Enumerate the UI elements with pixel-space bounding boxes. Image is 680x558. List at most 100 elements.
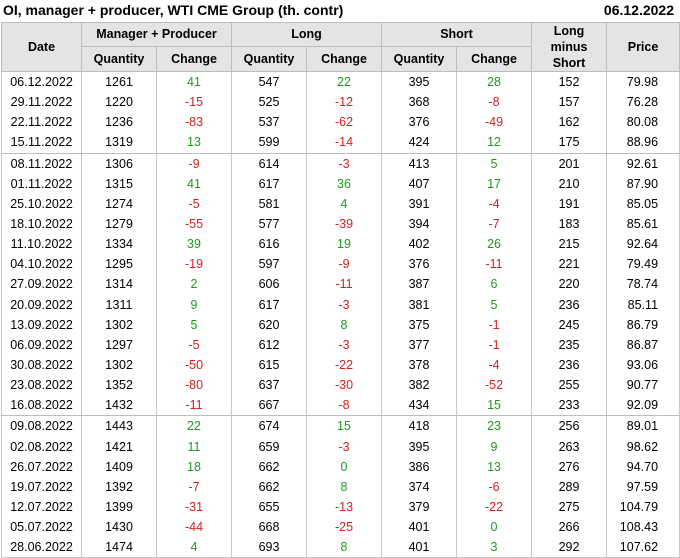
cell-price: 86.87: [606, 334, 680, 355]
cell-long-minus-short: 183: [531, 213, 608, 235]
cell-price: 88.96: [606, 132, 680, 154]
cell-long-minus-short: 256: [531, 415, 608, 437]
table-row: 27.09.2022 1314 2 606 -11 387 6 220 78.74: [1, 274, 680, 295]
cell-date: 20.09.2022: [1, 294, 82, 315]
cell-long-quantity: 662: [231, 456, 307, 477]
cell-short-change: -49: [456, 112, 533, 133]
cell-short-change: 15: [456, 395, 533, 416]
cell-date: 25.10.2022: [1, 193, 82, 214]
cell-short-change: -4: [456, 354, 533, 376]
cell-long-minus-short: 289: [531, 476, 608, 497]
cell-short-change: -11: [456, 254, 533, 275]
cell-short-change: -1: [456, 314, 533, 335]
cell-manager-change: -11: [156, 395, 232, 416]
cell-short-quantity: 376: [381, 254, 458, 275]
cell-manager-quantity: 1392: [81, 476, 157, 497]
cell-long-minus-short: 236: [531, 354, 608, 376]
cell-long-change: -13: [305, 496, 383, 518]
cell-date: 09.08.2022: [1, 415, 82, 437]
table-row: 13.09.2022 1302 5 620 8 375 -1 245 86.79: [1, 314, 680, 335]
cell-short-quantity: 387: [381, 274, 458, 295]
cell-short-quantity: 368: [381, 92, 458, 113]
cell-long-minus-short: 266: [531, 517, 608, 538]
cell-long-minus-short: 263: [531, 436, 608, 457]
cell-date: 08.11.2022: [1, 152, 82, 174]
cell-short-quantity: 402: [381, 234, 458, 255]
cell-long-quantity: 655: [231, 496, 307, 518]
cell-date: 19.07.2022: [1, 476, 82, 497]
table-row: 15.11.2022 1319 13 599 -14 424 12 175 88.96: [1, 132, 680, 154]
cell-long-minus-short: 245: [531, 314, 608, 335]
table-row: 12.07.2022 1399 -31 655 -13 379 -22 275 104.79: [1, 496, 680, 518]
cell-price: 79.98: [606, 71, 680, 93]
cell-short-quantity: 407: [381, 173, 458, 194]
cell-price: 92.61: [606, 152, 680, 174]
cell-manager-quantity: 1302: [81, 314, 157, 335]
cell-long-quantity: 597: [231, 254, 307, 275]
cell-manager-quantity: 1430: [81, 517, 157, 538]
cell-long-change: 15: [305, 415, 383, 437]
table-row: 19.07.2022 1392 -7 662 8 374 -6 289 97.59: [1, 476, 680, 497]
cell-long-quantity: 662: [231, 476, 307, 497]
cell-manager-quantity: 1302: [81, 354, 157, 376]
page-title: OI, manager + producer, WTI CME Group (t…: [3, 2, 344, 18]
cell-long-minus-short: 276: [531, 456, 608, 477]
cell-short-change: 9: [456, 436, 533, 457]
cell-manager-quantity: 1432: [81, 395, 157, 416]
cell-short-quantity: 424: [381, 132, 458, 154]
cell-long-change: -8: [305, 395, 383, 416]
cell-price: 94.70: [606, 456, 680, 477]
cell-long-minus-short: 233: [531, 395, 608, 416]
cell-price: 98.62: [606, 436, 680, 457]
cell-short-change: -4: [456, 193, 533, 214]
table-row: 26.07.2022 1409 18 662 0 386 13 276 94.70: [1, 456, 680, 477]
cell-manager-change: -9: [156, 152, 232, 174]
cell-manager-quantity: 1297: [81, 334, 157, 355]
cell-manager-quantity: 1220: [81, 92, 157, 113]
cell-manager-quantity: 1306: [81, 152, 157, 174]
cell-long-quantity: 668: [231, 517, 307, 538]
cell-long-change: -3: [305, 294, 383, 315]
cell-manager-change: 13: [156, 132, 232, 154]
cell-short-change: -7: [456, 213, 533, 235]
cell-long-quantity: 674: [231, 415, 307, 437]
cell-long-quantity: 612: [231, 334, 307, 355]
cell-short-change: -52: [456, 375, 533, 396]
cell-price: 85.11: [606, 294, 680, 315]
cell-long-minus-short: 152: [531, 71, 608, 93]
cell-short-quantity: 401: [381, 517, 458, 538]
cell-long-quantity: 537: [231, 112, 307, 133]
table-row: 25.10.2022 1274 -5 581 4 391 -4 191 85.05: [1, 193, 680, 214]
cell-date: 05.07.2022: [1, 517, 82, 538]
cell-long-minus-short: 221: [531, 254, 608, 275]
table-row: 09.08.2022 1443 22 674 15 418 23 256 89.01: [1, 415, 680, 437]
cell-long-quantity: 659: [231, 436, 307, 457]
cell-price: 92.64: [606, 234, 680, 255]
cell-date: 22.11.2022: [1, 112, 82, 133]
table-row: 04.10.2022 1295 -19 597 -9 376 -11 221 79.49: [1, 254, 680, 275]
cell-manager-change: -15: [156, 92, 232, 113]
cell-long-change: 22: [305, 71, 383, 93]
report-date: 06.12.2022: [603, 2, 674, 18]
cell-price: 89.01: [606, 415, 680, 437]
cell-short-quantity: 391: [381, 193, 458, 214]
cell-date: 27.09.2022: [1, 274, 82, 295]
group-manager-header: Manager + Producer: [81, 22, 232, 47]
cell-long-quantity: 620: [231, 314, 307, 335]
cell-manager-quantity: 1443: [81, 415, 157, 437]
cell-long-minus-short: 210: [531, 173, 608, 194]
cell-manager-change: 41: [156, 71, 232, 93]
title-bar: OI, manager + producer, WTI CME Group (t…: [0, 0, 680, 22]
cell-price: 80.08: [606, 112, 680, 133]
col-manager-quantity-header: Quantity: [81, 45, 157, 73]
cell-price: 85.61: [606, 213, 680, 235]
cell-price: 108.43: [606, 517, 680, 538]
cell-long-change: -39: [305, 213, 383, 235]
table-row: 05.07.2022 1430 -44 668 -25 401 0 266 108.43: [1, 517, 680, 538]
cell-long-minus-short: 162: [531, 112, 608, 133]
cell-price: 92.09: [606, 395, 680, 416]
cell-short-change: -8: [456, 92, 533, 113]
cell-long-quantity: 599: [231, 132, 307, 154]
cell-long-quantity: 581: [231, 193, 307, 214]
cell-long-quantity: 577: [231, 213, 307, 235]
